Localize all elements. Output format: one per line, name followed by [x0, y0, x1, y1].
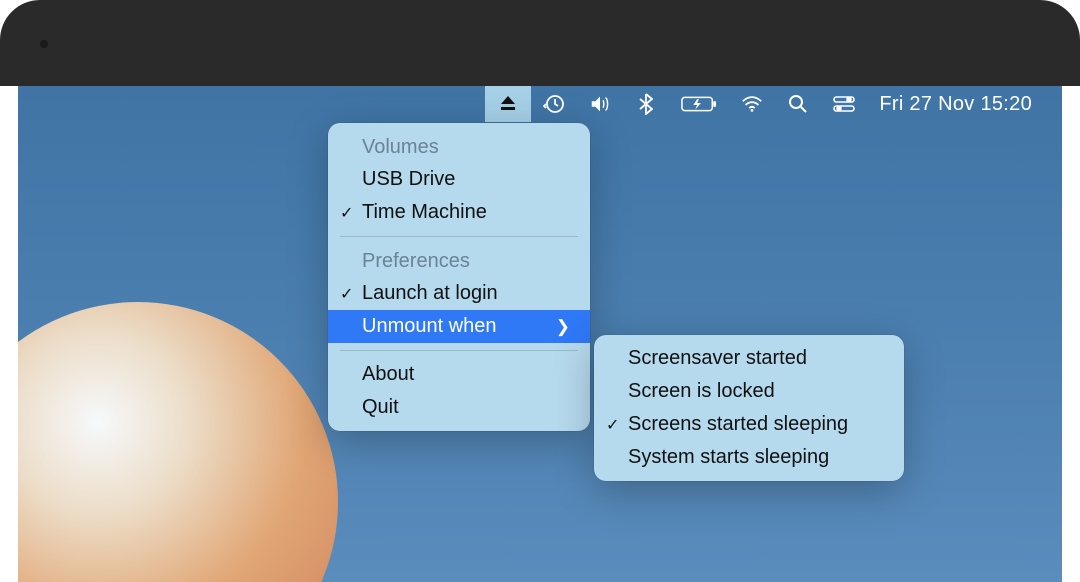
device-frame — [0, 0, 1080, 86]
menu-item-label: Quit — [362, 396, 399, 419]
menubar-volume[interactable] — [577, 86, 623, 122]
checkmark-icon: ✓ — [606, 415, 619, 435]
eject-icon — [497, 93, 519, 115]
submenu-screens-sleeping[interactable]: ✓ Screens started sleeping — [594, 408, 904, 441]
menu-separator — [340, 350, 578, 351]
menubar-timemachine[interactable] — [531, 86, 577, 122]
submenu-system-sleeping[interactable]: System starts sleeping — [594, 441, 904, 474]
preferences-section-header: Preferences — [328, 244, 590, 277]
control-center-icon — [833, 93, 855, 115]
menu-item-label: USB Drive — [362, 168, 455, 191]
menu-item-label: Time Machine — [362, 201, 487, 224]
bluetooth-icon — [635, 93, 657, 115]
menubar-controlcenter[interactable] — [821, 86, 867, 122]
menu-item-label: Launch at login — [362, 282, 498, 305]
pref-launch-at-login[interactable]: ✓ Launch at login — [328, 277, 590, 310]
eject-dropdown-menu: Volumes USB Drive ✓ Time Machine Prefere… — [328, 123, 590, 431]
submenu-screen-locked[interactable]: Screen is locked — [594, 375, 904, 408]
menu-item-label: Screensaver started — [628, 347, 807, 370]
menu-quit[interactable]: Quit — [328, 391, 590, 424]
menu-about[interactable]: About — [328, 358, 590, 391]
menu-item-label: Unmount when — [362, 315, 497, 338]
checkmark-icon: ✓ — [340, 284, 353, 304]
wallpaper — [18, 302, 338, 582]
chevron-right-icon: ❯ — [556, 317, 570, 337]
volume-icon — [589, 93, 611, 115]
menubar-battery[interactable] — [669, 86, 729, 122]
pref-unmount-when[interactable]: Unmount when ❯ — [328, 310, 590, 343]
submenu-screensaver-started[interactable]: Screensaver started — [594, 342, 904, 375]
battery-charging-icon — [681, 93, 717, 115]
menu-item-label: Screen is locked — [628, 380, 775, 403]
menubar-eject[interactable] — [485, 86, 531, 122]
search-icon — [787, 93, 809, 115]
desktop: Fri 27 Nov 15:20 Volumes USB Drive ✓ Tim… — [18, 86, 1062, 582]
camera-dot — [40, 40, 48, 48]
menu-separator — [340, 236, 578, 237]
menu-item-label: About — [362, 363, 414, 386]
volume-time-machine[interactable]: ✓ Time Machine — [328, 196, 590, 229]
menubar-bluetooth[interactable] — [623, 86, 669, 122]
volume-usb-drive[interactable]: USB Drive — [328, 163, 590, 196]
unmount-when-submenu: Screensaver started Screen is locked ✓ S… — [594, 335, 904, 481]
menubar-datetime[interactable]: Fri 27 Nov 15:20 — [867, 86, 1044, 122]
timemachine-icon — [543, 93, 565, 115]
menubar: Fri 27 Nov 15:20 — [18, 86, 1062, 122]
volumes-section-header: Volumes — [328, 130, 590, 163]
menubar-wifi[interactable] — [729, 86, 775, 122]
wifi-icon — [741, 93, 763, 115]
menu-item-label: Screens started sleeping — [628, 413, 848, 436]
menu-item-label: System starts sleeping — [628, 446, 829, 469]
datetime-text: Fri 27 Nov 15:20 — [879, 93, 1032, 116]
checkmark-icon: ✓ — [340, 203, 353, 223]
menubar-spotlight[interactable] — [775, 86, 821, 122]
